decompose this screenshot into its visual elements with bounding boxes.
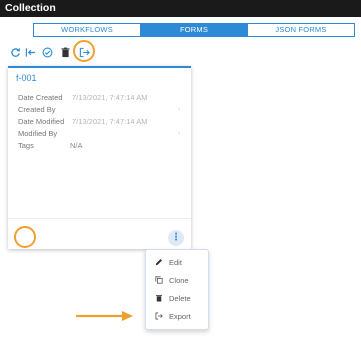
tags-value: N/A: [70, 141, 83, 150]
menu-item-export[interactable]: Export: [154, 310, 191, 322]
tags-label: Tags: [18, 141, 34, 150]
menu-item-label: Clone: [169, 275, 189, 285]
check-circle-icon[interactable]: [40, 44, 54, 60]
menu-item-delete[interactable]: Delete: [154, 292, 191, 304]
date-created-value: 7/13/2021, 7:47:14 AM: [72, 93, 148, 102]
date-modified-label: Date Modified: [18, 117, 65, 126]
trash-icon[interactable]: [58, 44, 72, 60]
card-select-highlight: [14, 226, 36, 248]
modified-by-label: Modified By: [18, 129, 58, 138]
import-icon[interactable]: [23, 44, 37, 60]
menu-item-label: Delete: [169, 293, 191, 303]
tab-bar: WORKFLOWS FORMS JSON FORMS: [33, 23, 355, 37]
chevron-right-icon: ›: [178, 106, 181, 113]
chevron-right-icon: ›: [178, 130, 181, 137]
card-divider: [8, 218, 191, 219]
menu-item-label: Export: [169, 311, 191, 321]
toolbar-export-highlight: [73, 40, 95, 62]
window-title: Collection: [0, 0, 361, 17]
export-icon: [154, 312, 163, 321]
pointer-arrow-icon: [76, 311, 133, 321]
card-title[interactable]: f-001: [16, 73, 37, 83]
menu-item-clone[interactable]: Clone: [154, 274, 189, 286]
menu-item-edit[interactable]: Edit: [154, 256, 182, 268]
date-modified-value: 7/13/2021, 7:47:14 AM: [72, 117, 148, 126]
form-card[interactable]: f-001 Date Created 7/13/2021, 7:47:14 AM…: [8, 66, 191, 249]
created-by-label: Created By: [18, 105, 56, 114]
trash-icon: [154, 294, 163, 303]
more-options-button[interactable]: ⋮: [168, 230, 184, 246]
menu-item-label: Edit: [169, 257, 182, 267]
tab-json-forms[interactable]: JSON FORMS: [247, 24, 354, 36]
copy-icon: [154, 276, 163, 285]
context-menu: Edit Clone Delete Export: [145, 249, 209, 330]
tab-forms[interactable]: FORMS: [140, 24, 247, 36]
pencil-icon: [154, 258, 163, 267]
refresh-icon[interactable]: [8, 44, 22, 60]
date-created-label: Date Created: [18, 93, 63, 102]
tab-workflows[interactable]: WORKFLOWS: [34, 24, 140, 36]
